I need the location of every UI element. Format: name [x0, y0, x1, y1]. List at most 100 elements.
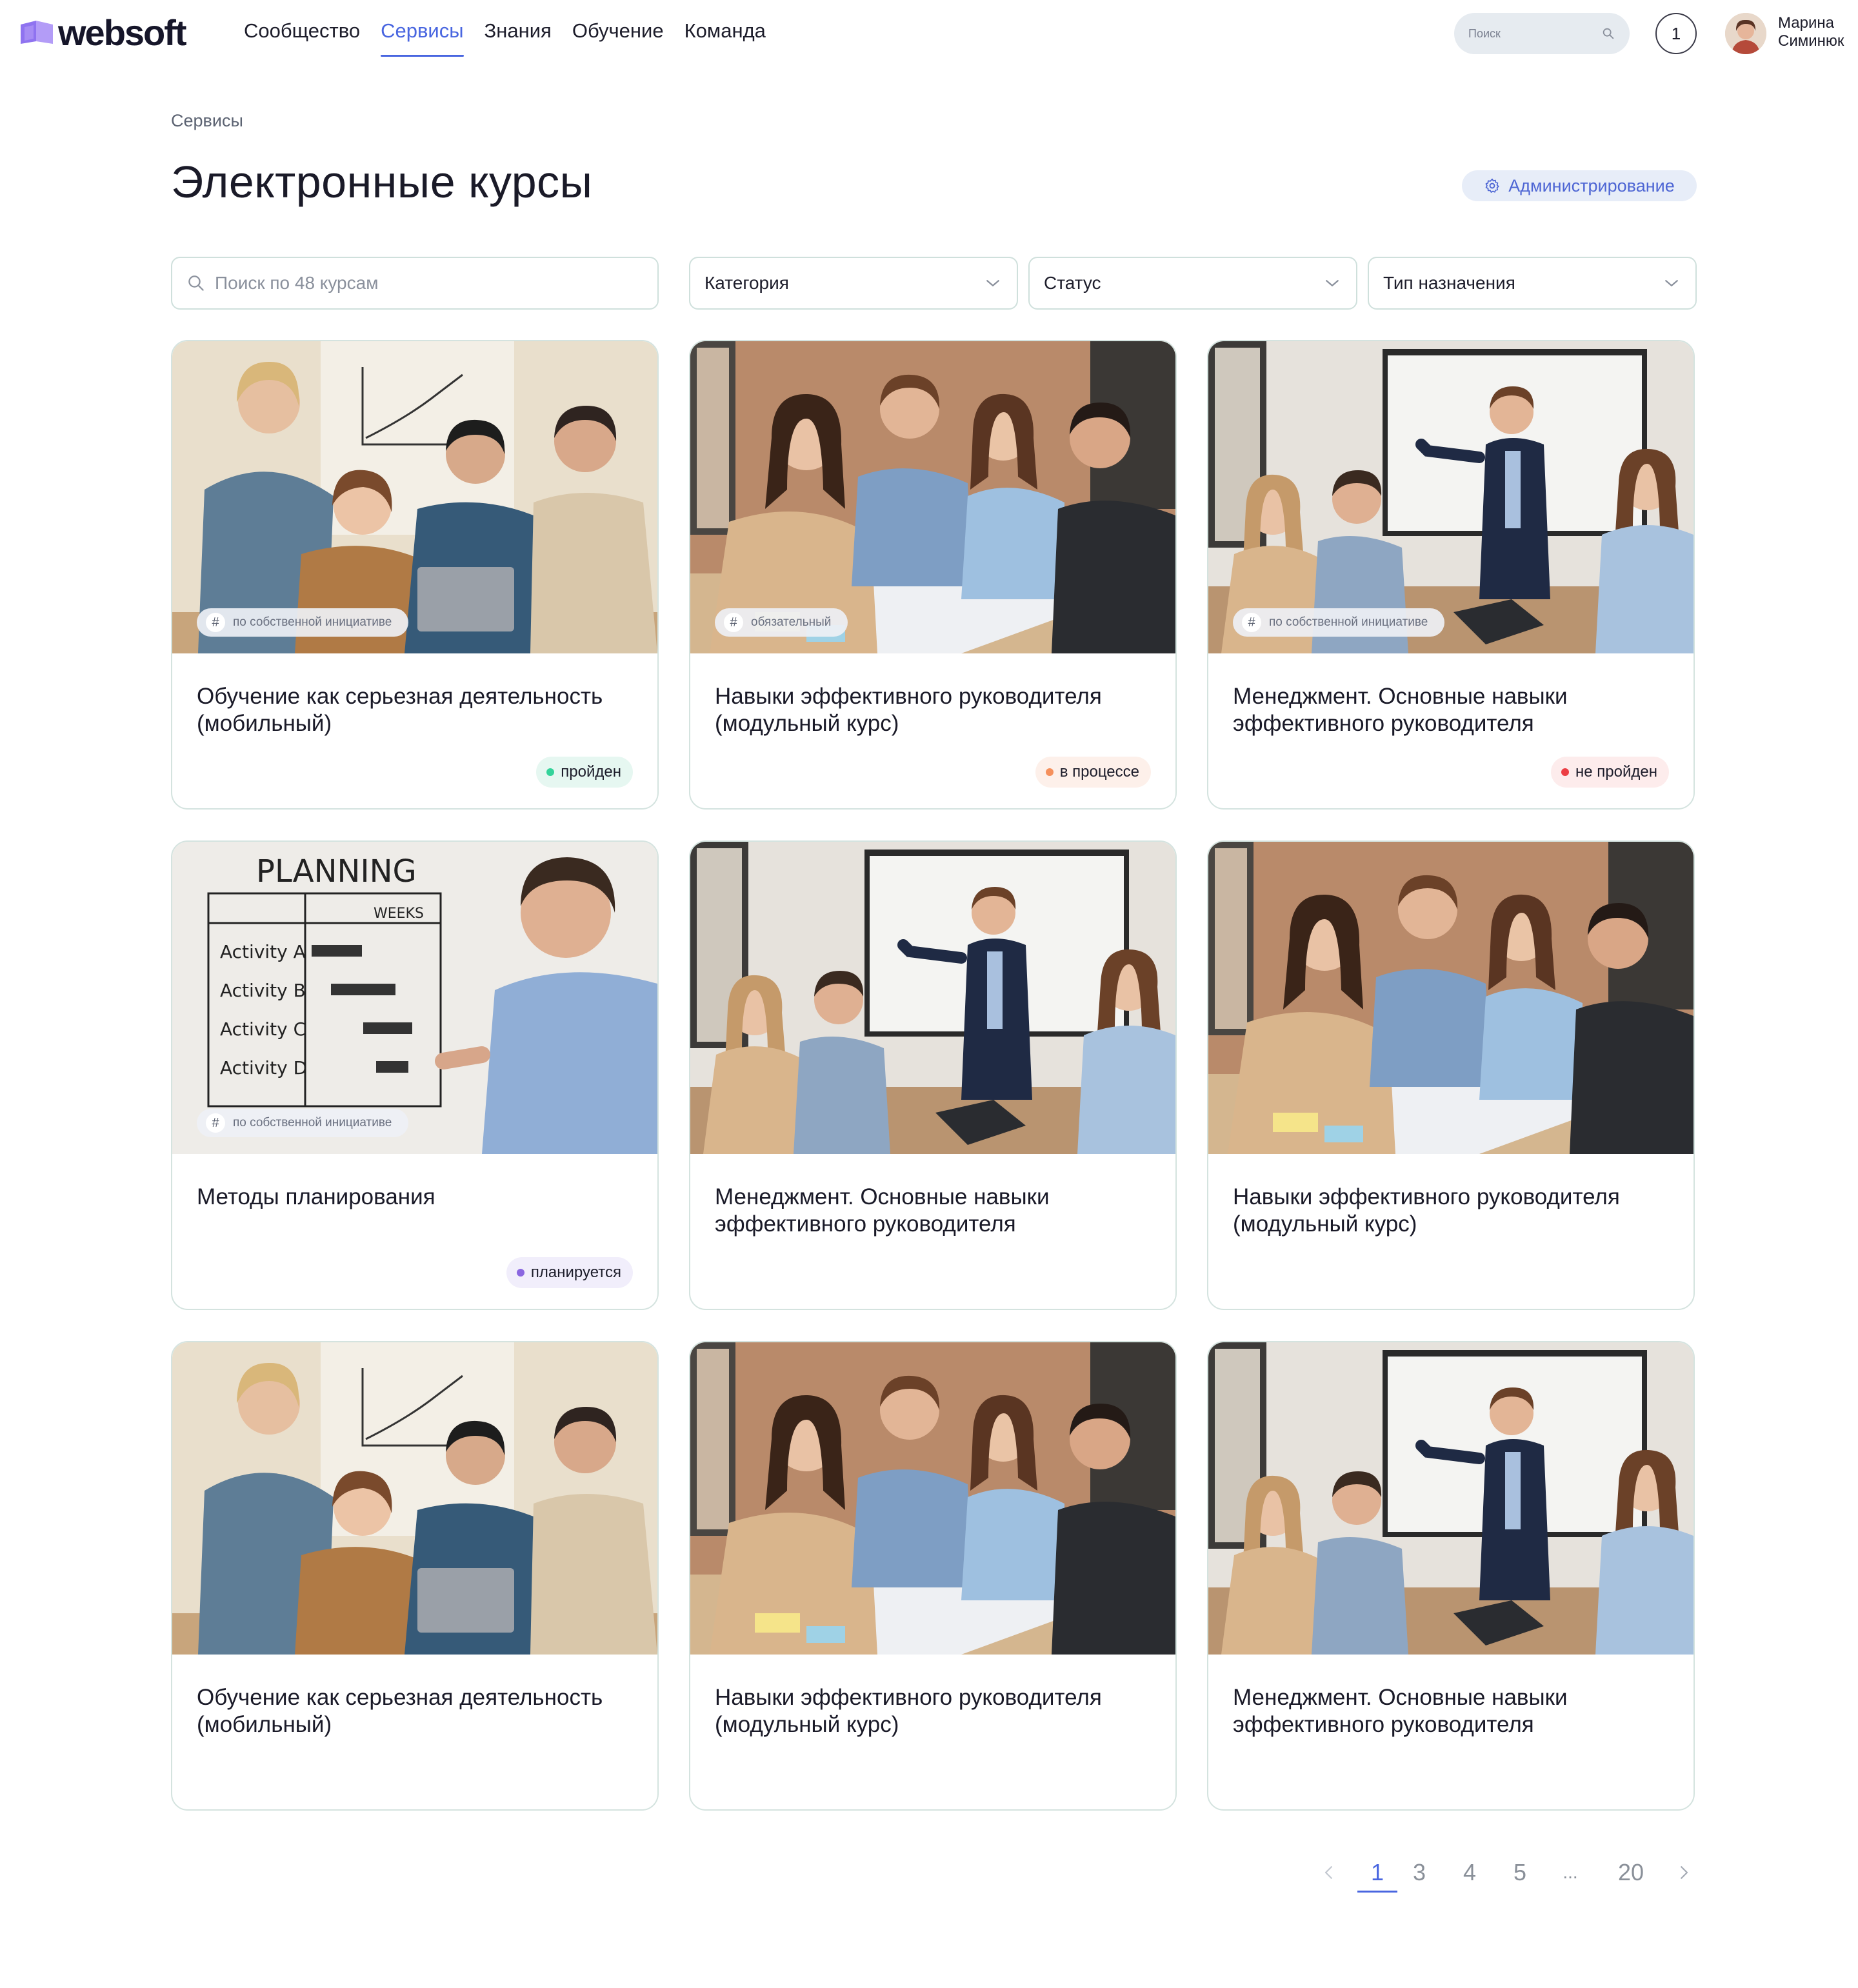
course-card[interactable]: # по собственной инициативе Менеджмент. О…	[1207, 340, 1695, 810]
notifications-count: 1	[1671, 23, 1681, 43]
status-select[interactable]: Статус	[1028, 257, 1357, 310]
course-title[interactable]: Обучение как серьезная деятельность (моб…	[197, 683, 642, 737]
course-card-image	[172, 1342, 657, 1655]
course-title[interactable]: Навыки эффективного руководителя (модуль…	[715, 683, 1160, 737]
status-label: пройден	[561, 763, 621, 780]
course-image	[172, 341, 657, 653]
prev-page-button[interactable]	[1310, 1853, 1348, 1893]
nav-services[interactable]: Сервисы	[381, 17, 464, 57]
assignment-type-select[interactable]: Тип назначения	[1368, 257, 1697, 310]
course-title[interactable]: Навыки эффективного руководителя (модуль…	[1233, 1184, 1678, 1238]
chevron-right-icon	[1681, 1866, 1688, 1879]
course-search-input[interactable]	[215, 273, 643, 293]
course-card-image	[690, 842, 1175, 1154]
course-title[interactable]: Менеджмент. Основные навыки эффективного…	[715, 1184, 1160, 1238]
avatar-image	[1725, 13, 1766, 54]
course-title[interactable]: Обучение как серьезная деятельность (моб…	[197, 1684, 642, 1738]
course-card-image	[172, 341, 657, 653]
user-avatar[interactable]	[1725, 13, 1766, 54]
course-card[interactable]: PLANNING WEEKS Activity A Activity B Act…	[171, 840, 659, 1310]
course-title[interactable]: Навыки эффективного руководителя (модуль…	[715, 1684, 1160, 1738]
page-3[interactable]: 3	[1406, 1853, 1432, 1893]
course-search[interactable]	[171, 257, 659, 310]
page-1[interactable]: 1	[1357, 1853, 1397, 1893]
user-name[interactable]: Марина Симинюк	[1778, 14, 1855, 50]
status-badge: в процессе	[1035, 757, 1151, 788]
assignment-tag: # обязательный	[715, 608, 848, 637]
page-4[interactable]: 4	[1457, 1853, 1483, 1893]
planning-row-1: Activity A	[220, 941, 306, 962]
category-select-label: Категория	[704, 273, 789, 293]
search-icon[interactable]	[1601, 26, 1615, 41]
status-label: не пройден	[1575, 763, 1657, 780]
status-select-label: Статус	[1044, 273, 1101, 293]
course-card[interactable]: Навыки эффективного руководителя (модуль…	[689, 1341, 1177, 1811]
brand-name: websoft	[58, 12, 187, 53]
nav-learning[interactable]: Обучение	[572, 17, 664, 57]
status-badge: не пройден	[1551, 757, 1669, 788]
pagination: 1 3 4 5 ... 20	[1310, 1853, 1703, 1898]
search-icon	[188, 275, 204, 291]
gear-icon	[1485, 178, 1499, 193]
status-badge: пройден	[536, 757, 633, 788]
brand-logo[interactable]: websoft	[19, 12, 187, 53]
page-title: Электронные курсы	[171, 157, 593, 207]
breadcrumb[interactable]: Сервисы	[171, 111, 243, 131]
planning-weeks: WEEKS	[374, 906, 424, 922]
nav-community[interactable]: Сообщество	[244, 17, 360, 57]
course-card-image	[1208, 842, 1693, 1154]
course-image	[690, 1342, 1175, 1655]
user-first-name: Марина	[1778, 14, 1834, 32]
administration-button[interactable]: Администрирование	[1462, 170, 1697, 201]
chevron-down-icon	[986, 280, 999, 286]
planning-row-2: Activity B	[220, 980, 306, 1001]
brand-logo-icon	[21, 21, 53, 44]
course-title[interactable]: Методы планирования	[197, 1184, 642, 1211]
course-image	[1208, 341, 1693, 653]
course-title[interactable]: Менеджмент. Основные навыки эффективного…	[1233, 1684, 1678, 1738]
course-card[interactable]: # обязательный Навыки эффективного руково…	[689, 340, 1177, 810]
course-image	[172, 1342, 657, 1655]
page-ellipsis: ...	[1563, 1862, 1578, 1882]
global-search-input[interactable]	[1468, 26, 1601, 41]
chevron-left-icon	[1324, 1866, 1332, 1879]
course-card[interactable]: Менеджмент. Основные навыки эффективного…	[1207, 1341, 1695, 1811]
status-dot	[516, 1269, 524, 1277]
status-dot	[1045, 768, 1054, 776]
global-search[interactable]	[1454, 13, 1630, 54]
course-title[interactable]: Менеджмент. Основные навыки эффективного…	[1233, 683, 1678, 737]
status-label: планируется	[530, 1264, 621, 1281]
page-20[interactable]: 20	[1612, 1853, 1650, 1893]
hash-icon: #	[1242, 613, 1261, 632]
course-image	[690, 341, 1175, 653]
notifications-button[interactable]: 1	[1655, 13, 1697, 54]
chevron-down-icon	[1326, 280, 1339, 286]
course-card-image	[690, 341, 1175, 653]
course-card[interactable]: Обучение как серьезная деятельность (моб…	[171, 1341, 659, 1811]
course-card-image	[690, 1342, 1175, 1655]
chevron-down-icon	[1665, 280, 1678, 286]
top-header: websoft Сообщество Сервисы Знания Обучен…	[0, 0, 1858, 67]
course-image	[690, 842, 1175, 1154]
course-card-image: PLANNING WEEKS Activity A Activity B Act…	[172, 842, 657, 1154]
status-dot	[1561, 768, 1570, 776]
nav-team[interactable]: Команда	[684, 17, 766, 57]
assignment-tag-label: по собственной инициативе	[1269, 615, 1428, 629]
assignment-tag-label: по собственной инициативе	[233, 1116, 392, 1129]
course-card[interactable]: Навыки эффективного руководителя (модуль…	[1207, 840, 1695, 1310]
assignment-tag-label: обязательный	[751, 615, 832, 629]
course-card[interactable]: Менеджмент. Основные навыки эффективного…	[689, 840, 1177, 1310]
administration-label: Администрирование	[1508, 175, 1675, 195]
assignment-tag: # по собственной инициативе	[197, 608, 409, 637]
assignment-tag: # по собственной инициативе	[1233, 608, 1445, 637]
planning-row-3: Activity C	[220, 1019, 306, 1040]
course-image: PLANNING WEEKS Activity A Activity B Act…	[172, 842, 657, 1154]
course-card[interactable]: # по собственной инициативе Обучение как …	[171, 340, 659, 810]
hash-icon: #	[724, 613, 743, 632]
nav-knowledge[interactable]: Знания	[484, 17, 552, 57]
page-5[interactable]: 5	[1507, 1853, 1533, 1893]
assignment-tag: # по собственной инициативе	[197, 1109, 409, 1137]
user-last-name: Симинюк	[1778, 32, 1844, 50]
category-select[interactable]: Категория	[689, 257, 1018, 310]
next-page-button[interactable]	[1664, 1853, 1703, 1893]
